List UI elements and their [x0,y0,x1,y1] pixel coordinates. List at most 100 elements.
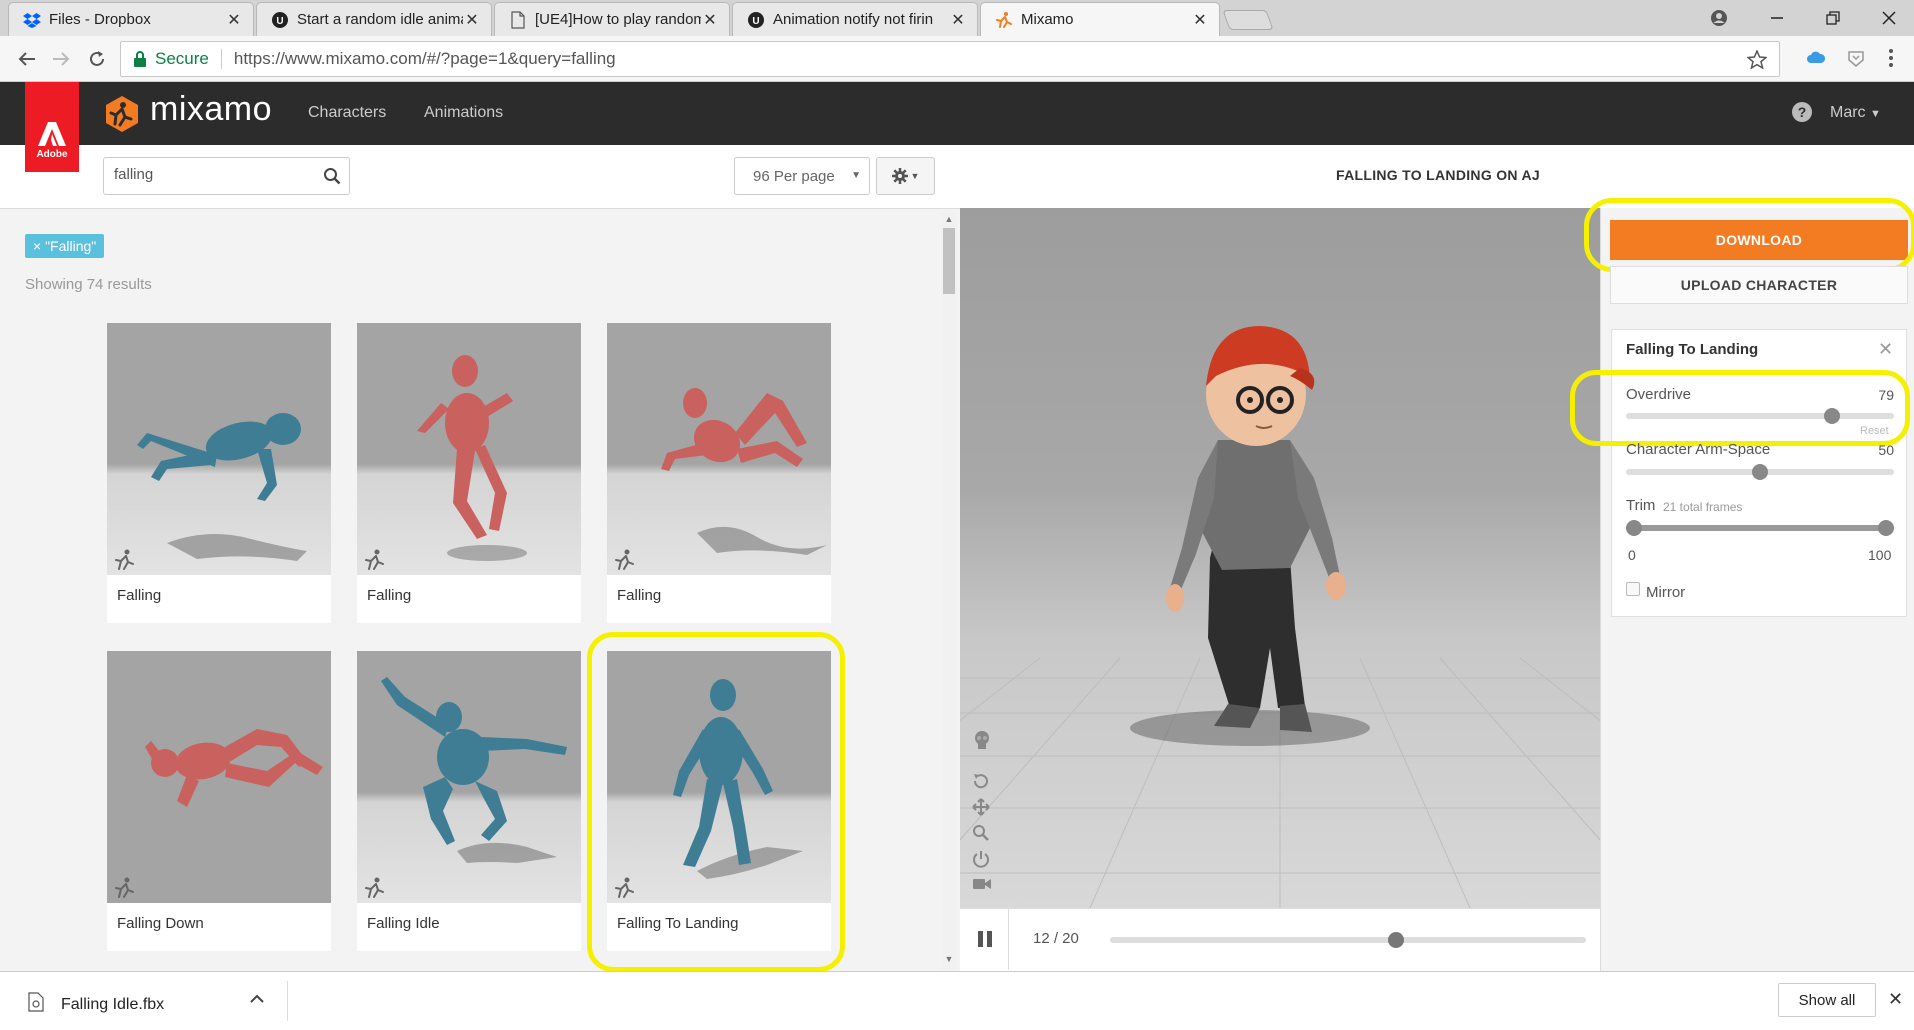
trim-start-value: 0 [1628,547,1636,563]
mirror-checkbox[interactable] [1626,582,1640,596]
lock-icon [133,51,147,67]
close-shelf-icon[interactable]: ✕ [1888,989,1903,1010]
running-figure-icon [613,549,635,571]
animation-name: Falling [617,587,662,604]
forward-icon[interactable] [48,46,74,72]
trim-start-thumb[interactable] [1626,520,1643,536]
scroll-down-icon[interactable]: ▼ [944,954,954,964]
address-bar[interactable]: Secure https://www.mixamo.com/#/?page=1&… [120,41,1780,77]
pan-icon[interactable] [972,798,990,816]
arm-space-slider[interactable] [1626,464,1894,480]
tab-title: [UE4]How to play random [535,11,701,28]
animation-name: Falling Idle [367,915,440,932]
downloaded-filename[interactable]: Falling Idle.fbx [61,996,164,1014]
trim-slider[interactable] [1626,520,1894,536]
mixamo-logo-icon[interactable] [103,95,141,133]
camera-icon[interactable] [972,876,992,892]
tab-close-icon[interactable]: ✕ [949,10,967,30]
trim-label: Trim [1626,497,1656,514]
zoom-icon[interactable] [972,824,990,842]
shelf-divider [287,981,288,1021]
extension-icon[interactable] [1846,48,1866,68]
arm-space-label: Character Arm-Space [1626,441,1771,458]
3d-viewport[interactable] [960,208,1600,908]
animation-name: Falling Down [117,915,204,932]
animation-thumbnail [607,651,831,903]
skeleton-icon[interactable] [972,730,992,750]
browser-toolbar: Secure https://www.mixamo.com/#/?page=1&… [0,36,1914,82]
omnibox-divider [220,49,222,69]
per-page-select[interactable]: 96 Per page ▼ [734,157,870,195]
svg-text:U: U [752,16,759,27]
adobe-logo[interactable]: Adobe [25,82,79,172]
user-menu[interactable]: Marc ▼ [1830,104,1881,122]
show-all-button[interactable]: Show all [1778,983,1876,1017]
tab-anim-notify[interactable]: U Animation notify not firin ✕ [732,2,978,36]
settings-dropdown-button[interactable]: ▼ [876,157,935,195]
pause-icon[interactable] [977,930,993,948]
frame-scrubber-thumb[interactable] [1387,932,1404,948]
caret-down-icon: ▼ [851,170,861,181]
tab-close-icon[interactable]: ✕ [225,10,243,30]
minimize-icon[interactable] [1762,5,1792,31]
animation-card[interactable]: Falling Idle [357,651,581,951]
search-input[interactable] [114,166,304,183]
frame-scrubber[interactable] [1110,932,1586,948]
gear-icon [891,168,908,184]
download-button[interactable]: DOWNLOAD [1610,220,1908,260]
bookmark-star-icon[interactable] [1747,50,1767,69]
rotate-icon[interactable] [972,772,990,790]
trim-end-value: 100 [1868,547,1892,563]
restore-icon[interactable] [1818,5,1848,31]
scroll-up-icon[interactable]: ▲ [944,214,954,224]
animation-thumbnail [357,323,581,575]
tab-unreal-idle[interactable]: U Start a random idle anima ✕ [256,2,492,36]
upload-character-button[interactable]: UPLOAD CHARACTER [1610,266,1908,304]
tab-close-icon[interactable]: ✕ [1191,10,1209,30]
profile-icon[interactable] [1704,5,1734,31]
nav-characters[interactable]: Characters [308,104,386,122]
tab-close-icon[interactable]: ✕ [463,10,481,30]
power-icon[interactable] [972,850,990,868]
cloud-extension-icon[interactable] [1806,50,1826,64]
browser-menu-icon[interactable] [1888,48,1894,68]
scrollbar-thumb[interactable] [943,228,955,294]
chevron-up-icon[interactable] [250,993,264,1003]
back-icon[interactable] [14,46,40,72]
filter-tag[interactable]: × "Falling" [25,234,105,258]
caret-down-icon: ▼ [1870,108,1881,120]
scrollbar[interactable] [941,212,957,970]
trim-frames-note: 21 total frames [1663,500,1743,514]
new-tab-button[interactable] [1222,10,1274,30]
help-icon[interactable]: ? [1792,102,1812,122]
search-field[interactable] [103,157,350,195]
trim-end-thumb[interactable] [1877,520,1894,536]
close-icon[interactable]: ✕ [1878,339,1893,360]
arm-space-slider-thumb[interactable] [1752,464,1768,480]
tab-close-icon[interactable]: ✕ [701,10,719,30]
nav-animations[interactable]: Animations [424,104,503,122]
reload-icon[interactable] [84,46,110,72]
animation-card[interactable]: Falling [357,323,581,623]
mixamo-wordmark[interactable]: mixamo [150,90,272,129]
dropbox-icon [23,11,41,29]
search-icon[interactable] [323,167,341,185]
tab-mixamo[interactable]: Mixamo ✕ [980,2,1220,36]
tab-ue4-howto[interactable]: [UE4]How to play random ✕ [494,2,730,36]
animation-card-selected[interactable]: Falling To Landing [607,651,831,951]
close-window-icon[interactable] [1874,5,1904,31]
running-figure-icon [113,549,135,571]
user-name: Marc [1830,104,1866,121]
overdrive-value: 79 [1878,387,1894,403]
animation-card[interactable]: Falling [607,323,831,623]
unreal-icon: U [271,11,289,29]
animation-card[interactable]: Falling [107,323,331,623]
tab-dropbox[interactable]: Files - Dropbox ✕ [8,2,254,36]
tab-title: Mixamo [1021,11,1074,28]
overdrive-slider[interactable] [1626,408,1894,424]
animation-thumbnail [357,651,581,903]
reset-link[interactable]: Reset [1860,425,1889,437]
file-icon[interactable] [28,992,44,1012]
animation-card[interactable]: Falling Down [107,651,331,951]
mixamo-icon [995,11,1013,29]
